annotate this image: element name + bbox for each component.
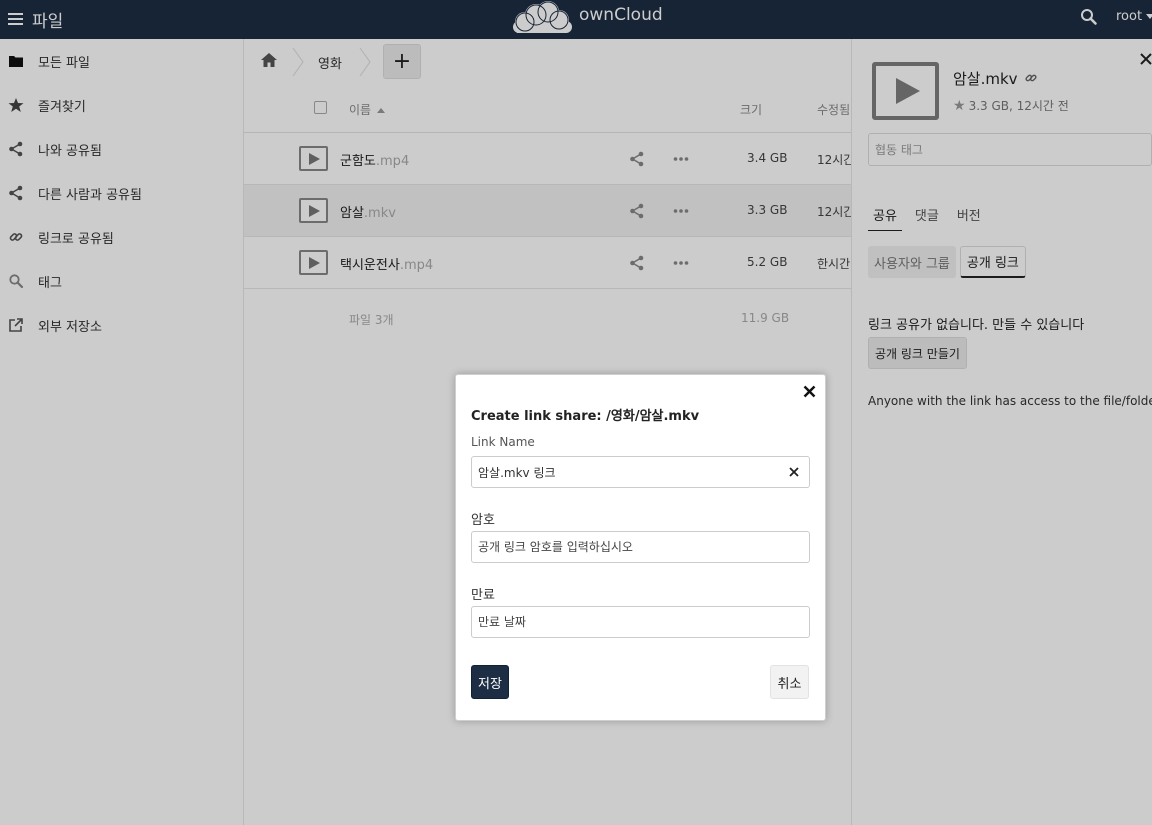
- password-label: 암호: [471, 513, 495, 528]
- dialog-title: Create link share: /영화/암살.mkv: [471, 409, 700, 424]
- clear-icon[interactable]: [789, 467, 799, 477]
- expiration-label: 만료: [471, 588, 495, 603]
- save-button[interactable]: 저장: [471, 665, 509, 699]
- expiration-date-input[interactable]: [471, 606, 810, 638]
- password-input[interactable]: [471, 531, 810, 563]
- cancel-button[interactable]: 취소: [770, 665, 809, 699]
- close-icon[interactable]: [803, 385, 816, 398]
- link-name-input[interactable]: [471, 456, 810, 488]
- create-link-share-dialog: Create link share: /영화/암살.mkv Link Name …: [455, 374, 826, 721]
- link-name-label: Link Name: [471, 435, 535, 449]
